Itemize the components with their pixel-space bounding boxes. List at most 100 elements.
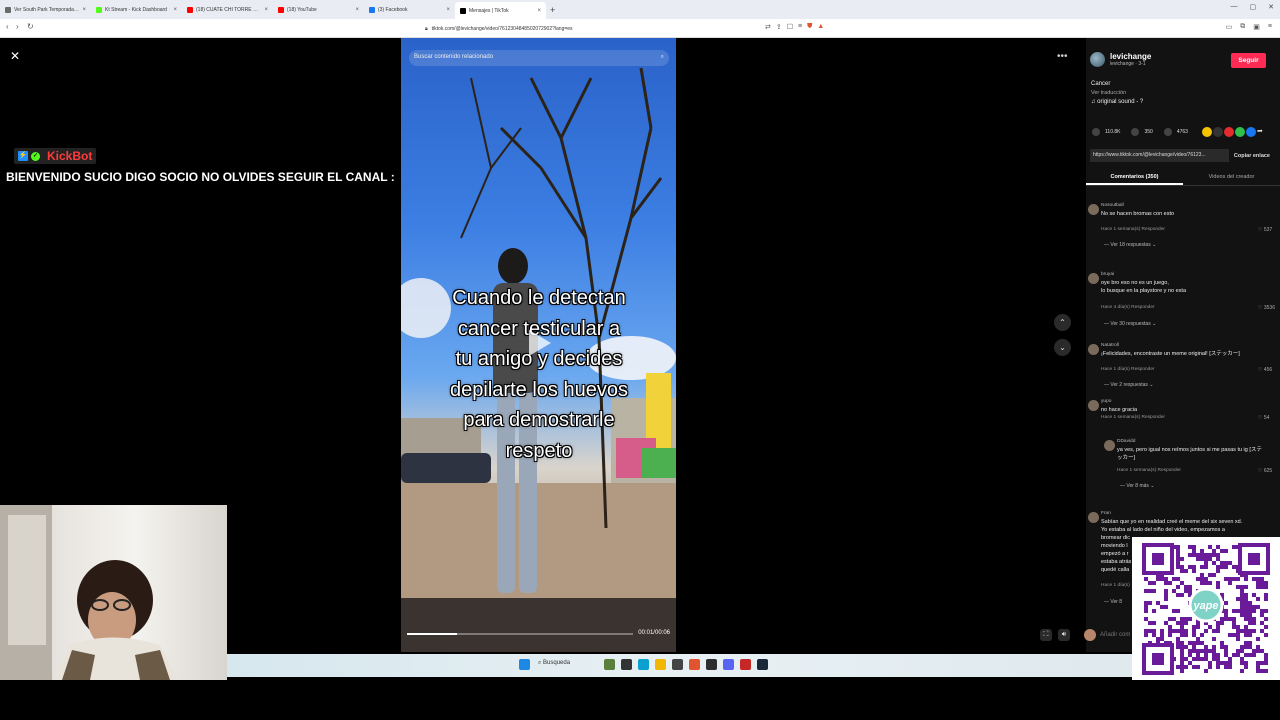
view-replies-button[interactable]: — Ver 8 más ⌄ [1120,483,1154,489]
comment-meta[interactable]: Hace 1 semana(s) Responder [1101,227,1165,232]
share-facebook-icon[interactable] [1246,127,1256,137]
browser-tab[interactable]: Ver South Park Temporada 19 Episo× [0,2,91,17]
author-name[interactable]: levichange [1110,52,1151,61]
back-icon[interactable]: ‹ [6,22,9,31]
comment-author[interactable]: DDavidd [1117,439,1135,444]
follow-button[interactable]: Seguir [1231,53,1266,68]
comment-likes[interactable]: ♡ 3536 [1258,305,1275,311]
video-progress-bar[interactable] [407,633,633,635]
share-whatsapp-icon[interactable] [1235,127,1245,137]
previous-video-button[interactable]: ⌃ [1054,314,1071,331]
fullscreen-icon[interactable]: ⛶ [1040,629,1052,641]
brave-shield-icon[interactable]: ⛊ [807,23,812,31]
minimize-icon[interactable]: — [1231,3,1238,11]
windows-start-icon[interactable] [519,659,530,670]
play-icon[interactable] [529,330,551,356]
avatar[interactable] [1088,400,1099,411]
reload-icon[interactable]: ↻ [27,22,34,31]
bookmark-icon[interactable]: ☐ [787,23,793,31]
edge-icon[interactable] [638,659,649,670]
avatar[interactable] [1088,204,1099,215]
extensions-icon[interactable]: ⧉ [1240,23,1245,31]
close-tab-icon[interactable]: × [264,7,268,13]
close-window-icon[interactable]: ✕ [1268,3,1274,11]
author-block[interactable]: levichange levichange · 3-1 [1090,52,1151,67]
translate-icon[interactable]: ⇄ [765,23,771,31]
new-tab-button[interactable]: + [550,5,555,15]
share-friends-icon[interactable] [1213,127,1223,137]
comment-likes[interactable]: ♡ 537 [1258,227,1272,233]
avatar[interactable] [1088,273,1099,284]
share-embed-icon[interactable] [1202,127,1212,137]
browser-tab[interactable]: Mensajes | TikTok × [455,2,546,19]
caption-line: para demostrarle [463,409,615,431]
comment-likes[interactable]: ♡ 54 [1258,415,1269,421]
comment-author[interactable]: bruyai [1101,272,1114,277]
close-tab-icon[interactable]: × [173,7,177,13]
browser-tab[interactable]: (3) Facebook × [364,2,455,17]
comment-meta[interactable]: Hace 1 día(s) [1101,583,1130,588]
share-icon[interactable]: ⇪ [776,23,782,31]
tab-comments[interactable]: Comentarios (350) [1086,171,1183,185]
close-tab-icon[interactable]: × [82,7,86,13]
next-video-button[interactable]: ⌄ [1054,339,1071,356]
comment-author[interactable]: Nosoutball [1101,203,1124,208]
view-replies-button[interactable]: — Ver 30 respuestas ⌄ [1104,321,1156,327]
video-link[interactable]: https://www.tiktok.com/@levichange/video… [1090,149,1229,162]
avatar[interactable] [1088,344,1099,355]
volume-icon[interactable]: 🔊︎ [1058,629,1070,641]
browser-tab[interactable]: (18) YouTube × [273,2,364,17]
bookmark-save-icon[interactable] [1163,128,1172,136]
maximize-icon[interactable]: ▢ [1250,3,1257,11]
browser-tab[interactable]: Kt Stream - Kick Dashboard × [91,2,182,17]
close-tab-icon[interactable]: × [537,8,541,14]
comment-likes[interactable]: ♡ 625 [1258,468,1272,474]
menu-icon[interactable]: ≡ [1268,23,1272,31]
video-player[interactable]: Buscar contenido relacionado ⌕ Cuando le… [401,38,676,652]
tab-creator-videos[interactable]: Videos del creador [1183,171,1280,185]
share-pinterest-icon[interactable] [1224,127,1234,137]
close-tab-icon[interactable]: × [446,7,450,13]
avatar[interactable] [1088,512,1099,523]
brave-rewards-icon[interactable]: ▲ [817,23,824,31]
view-replies-button[interactable]: — Ver 8 [1104,599,1122,605]
share-more-icon[interactable]: ➦ [1257,127,1267,137]
browser-tab[interactable]: (18) CUATE CHI TORRE DEPORTE MO× [182,2,273,17]
steam-icon[interactable] [757,659,768,670]
obs-icon[interactable] [706,659,717,670]
sidebar-icon[interactable]: ▭ [1226,23,1233,31]
view-replies-button[interactable]: — Ver 2 respuestas ⌄ [1104,382,1154,388]
copy-link-button[interactable]: Copiar enlace [1229,153,1275,159]
comment-meta[interactable]: Hace 1 semana(s) Responder [1101,415,1165,420]
comment-meta[interactable]: Hace 4 día(s) Responder [1101,305,1155,310]
wallet-icon[interactable]: ▣ [1253,23,1260,31]
like-icon[interactable] [1092,128,1100,136]
avatar[interactable] [1090,52,1105,67]
taskbar-app-icon[interactable] [672,659,683,670]
close-video-button[interactable]: ✕ [9,50,21,62]
heart-icon: ♡ [1258,468,1263,474]
close-tab-icon[interactable]: × [355,7,359,13]
forward-icon[interactable]: › [16,22,19,31]
comment-author[interactable]: Natatroll [1101,343,1119,348]
comment-likes[interactable]: ♡ 456 [1258,367,1272,373]
taskbar-search[interactable]: ⌕ Busqueda [538,660,570,667]
comment-meta[interactable]: Hace 1 día(s) Responder [1101,367,1155,372]
avatar[interactable] [1104,440,1115,451]
view-replies-button[interactable]: — Ver 18 respuestas ⌄ [1104,242,1156,248]
reader-icon[interactable]: ≡ [798,23,802,31]
see-translation-link[interactable]: Ver traducción [1091,89,1143,98]
taskbar-app-icon[interactable] [621,659,632,670]
comment-meta[interactable]: Hace 1 semana(s) Responder [1117,468,1181,473]
file-explorer-icon[interactable] [655,659,666,670]
taskbar-app-icon[interactable] [740,659,751,670]
sound-name[interactable]: original sound - ? [1097,99,1143,105]
brave-icon[interactable] [689,659,700,670]
discord-icon[interactable] [723,659,734,670]
more-options-icon[interactable]: ••• [1057,51,1068,62]
comment-icon[interactable] [1131,128,1140,136]
comment-author[interactable]: Fran [1101,511,1111,516]
related-search-input[interactable]: Buscar contenido relacionado ⌕ [409,50,669,66]
taskbar-app-icon[interactable] [604,659,615,670]
comment-author[interactable]: yupo [1101,399,1111,404]
